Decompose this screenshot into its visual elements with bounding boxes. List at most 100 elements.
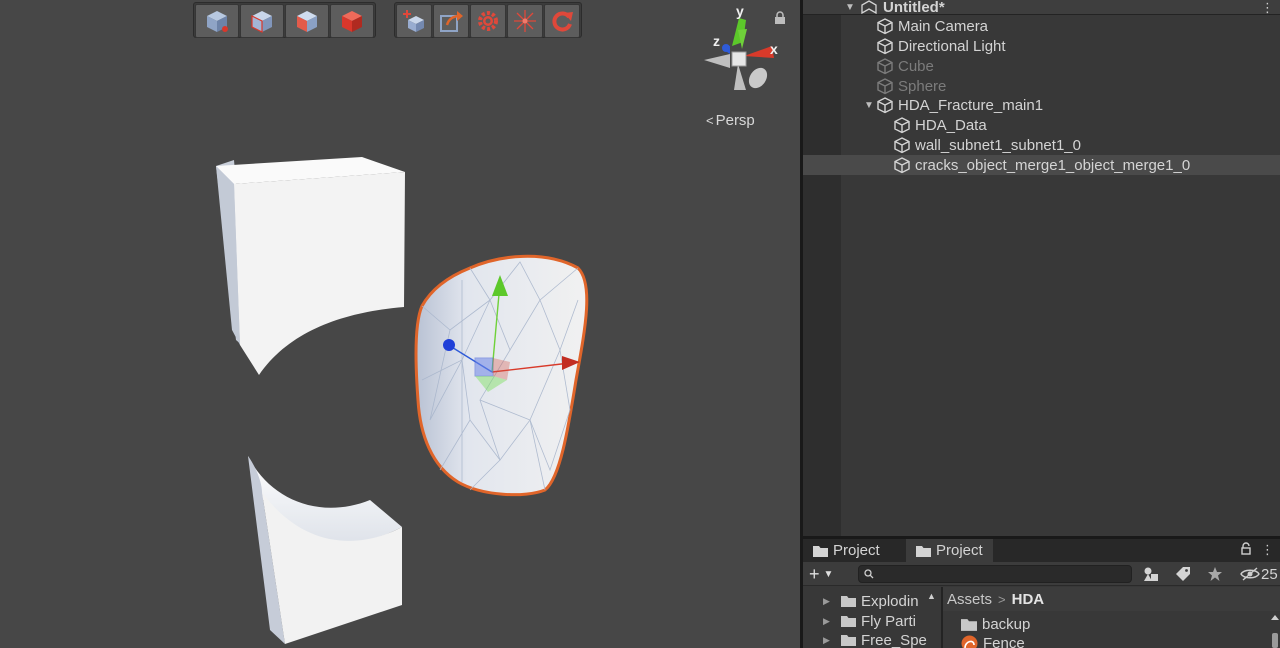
gizmo-y-label: y (736, 3, 744, 19)
hierarchy-item-label: HDA_Fracture_main1 (898, 96, 1044, 114)
asset-item-backup[interactable]: backup (961, 614, 1030, 634)
gizmo-z-label: z (713, 33, 720, 49)
tree-item-label: Explodin (861, 592, 919, 610)
gameobject-cube-icon (877, 78, 893, 95)
hierarchy-item-hda-data[interactable]: HDA_Data (803, 115, 1280, 135)
gameobject-cube-icon (894, 137, 910, 154)
lock-icon[interactable] (774, 11, 786, 25)
expand-arrow-icon[interactable]: ▶ (823, 635, 841, 646)
project-toolbar: + ▼ 25 (803, 562, 1280, 586)
asset-item-label: Fence (983, 634, 1025, 648)
search-input[interactable] (858, 565, 1132, 583)
hierarchy-menu-icon[interactable]: ⋮ (1261, 0, 1274, 16)
hierarchy-item-main-camera[interactable]: Main Camera (803, 16, 1280, 36)
hda-cube-outline-icon[interactable] (240, 4, 284, 38)
scene-view[interactable]: y x z < Persp (0, 0, 800, 648)
hierarchy-item-label: cracks_object_merge1_object_merge1_0 (915, 156, 1191, 174)
hierarchy-item-sphere[interactable]: Sphere (803, 76, 1280, 96)
hierarchy-item-label: Sphere (898, 77, 947, 95)
tab-project-2[interactable]: Project (906, 539, 993, 562)
project-panel: Project Project ⋮ + ▼ 25 ▶ Explodin ▶ Fl… (803, 539, 1280, 648)
gizmo-x-label: x (770, 41, 778, 57)
tab-label: Project (833, 542, 880, 559)
create-button[interactable]: + ▼ (809, 564, 845, 584)
hierarchy-item-directional-light[interactable]: Directional Light (803, 36, 1280, 56)
chevron-down-icon: ▼ (823, 568, 834, 580)
tree-item-label: Fly Parti (861, 612, 917, 630)
tree-item-free-spe[interactable]: ▶ Free_Spe (823, 630, 927, 648)
lock-icon[interactable] (1241, 542, 1251, 555)
gameobject-cube-icon (877, 38, 893, 55)
hidden-packages-toggle[interactable]: 25 (1240, 563, 1278, 585)
hierarchy-item-label: Cube (898, 57, 934, 75)
orientation-gizmo[interactable]: y x z (694, 2, 784, 100)
tree-item-label: Free_Spe (861, 631, 927, 648)
breadcrumb-current[interactable]: HDA (1012, 591, 1045, 608)
kebab-menu-icon[interactable]: ⋮ (1261, 542, 1274, 558)
hierarchy-item-label: Main Camera (898, 17, 989, 35)
houdini-asset-icon (961, 635, 978, 648)
hda-toolbar-secondary (394, 2, 582, 38)
scene-name: Untitled* (883, 0, 945, 16)
scene-root-row[interactable]: ▼ Untitled* (803, 0, 1280, 16)
gameobject-cube-icon (877, 97, 893, 114)
tree-item-exploding[interactable]: ▶ Explodin (823, 591, 919, 611)
folder-icon (841, 635, 856, 646)
hda-cube-red-icon[interactable] (330, 4, 374, 38)
collapse-arrow-icon[interactable]: ▼ (843, 2, 857, 13)
content-scrollbar[interactable] (1270, 613, 1280, 648)
hierarchy-item-cracks-object-merge[interactable]: cracks_object_merge1_object_merge1_0 (803, 155, 1280, 175)
hda-cube-shaded-icon[interactable] (285, 4, 329, 38)
project-folder-tree: ▶ Explodin ▶ Fly Parti ▶ Free_Spe (803, 587, 939, 648)
gameobject-cube-icon (894, 157, 910, 174)
create-label: + (809, 563, 820, 584)
hda-settings-icon[interactable] (470, 4, 506, 38)
asset-item-fence[interactable]: Fence (961, 633, 1025, 648)
gameobject-cube-icon (894, 117, 910, 134)
tab-label: Project (936, 542, 983, 559)
cracks-fragment-selected[interactable] (414, 254, 589, 497)
filter-by-label-icon[interactable] (1169, 563, 1197, 585)
project-asset-list: Assets > HDA backup Fence (943, 587, 1280, 648)
folder-icon (841, 596, 856, 607)
breadcrumb-separator: > (998, 591, 1006, 607)
hierarchy-item-wall-subnet[interactable]: wall_subnet1_subnet1_0 (803, 135, 1280, 155)
hierarchy-item-hda-fracture-main1[interactable]: ▼ HDA_Fracture_main1 (803, 95, 1280, 115)
breadcrumb: Assets > HDA (943, 587, 1280, 611)
search-icon (864, 569, 874, 579)
hda-toolbar-primary (193, 2, 376, 38)
gameobject-cube-icon (877, 58, 893, 75)
hierarchy-panel: ▼ Untitled* ⋮ Main Camera Directional Li… (803, 0, 1280, 536)
hda-export-icon[interactable] (433, 4, 469, 38)
project-tab-bar: Project Project ⋮ (803, 539, 1280, 562)
hda-add-icon[interactable] (396, 4, 432, 38)
folder-icon (841, 616, 856, 627)
hda-reload-icon[interactable] (544, 4, 580, 38)
expand-arrow-icon[interactable]: ▼ (862, 100, 876, 111)
wall-fragment-top[interactable] (216, 157, 405, 375)
hda-sparkle-icon[interactable] (507, 4, 543, 38)
hierarchy-item-label: Directional Light (898, 37, 1006, 55)
hierarchy-item-cube[interactable]: Cube (803, 56, 1280, 76)
tab-project-1[interactable]: Project (803, 539, 890, 562)
wall-fragment-bottom[interactable] (248, 456, 402, 644)
projection-toggle[interactable]: < Persp (706, 112, 755, 129)
gameobject-cube-icon (877, 18, 893, 35)
favorites-star-icon[interactable] (1201, 563, 1229, 585)
hda-cube-icon[interactable] (195, 4, 239, 38)
tree-item-fly-particles[interactable]: ▶ Fly Parti (823, 611, 916, 631)
folder-icon (961, 618, 977, 631)
expand-arrow-icon[interactable]: ▶ (823, 616, 841, 627)
asset-item-label: backup (982, 615, 1031, 633)
projection-arrow-icon: < (706, 113, 714, 128)
folder-icon (916, 545, 931, 557)
breadcrumb-assets[interactable]: Assets (947, 591, 992, 608)
scroll-up-arrow-icon[interactable]: ▲ (927, 591, 936, 601)
scene-viewport[interactable] (0, 0, 800, 648)
hierarchy-item-label: wall_subnet1_subnet1_0 (915, 136, 1081, 154)
filter-by-type-icon[interactable] (1137, 563, 1165, 585)
hidden-count-label: 25 (1261, 565, 1278, 583)
expand-arrow-icon[interactable]: ▶ (823, 596, 841, 607)
unity-scene-icon (861, 0, 877, 14)
folder-icon (813, 545, 828, 557)
